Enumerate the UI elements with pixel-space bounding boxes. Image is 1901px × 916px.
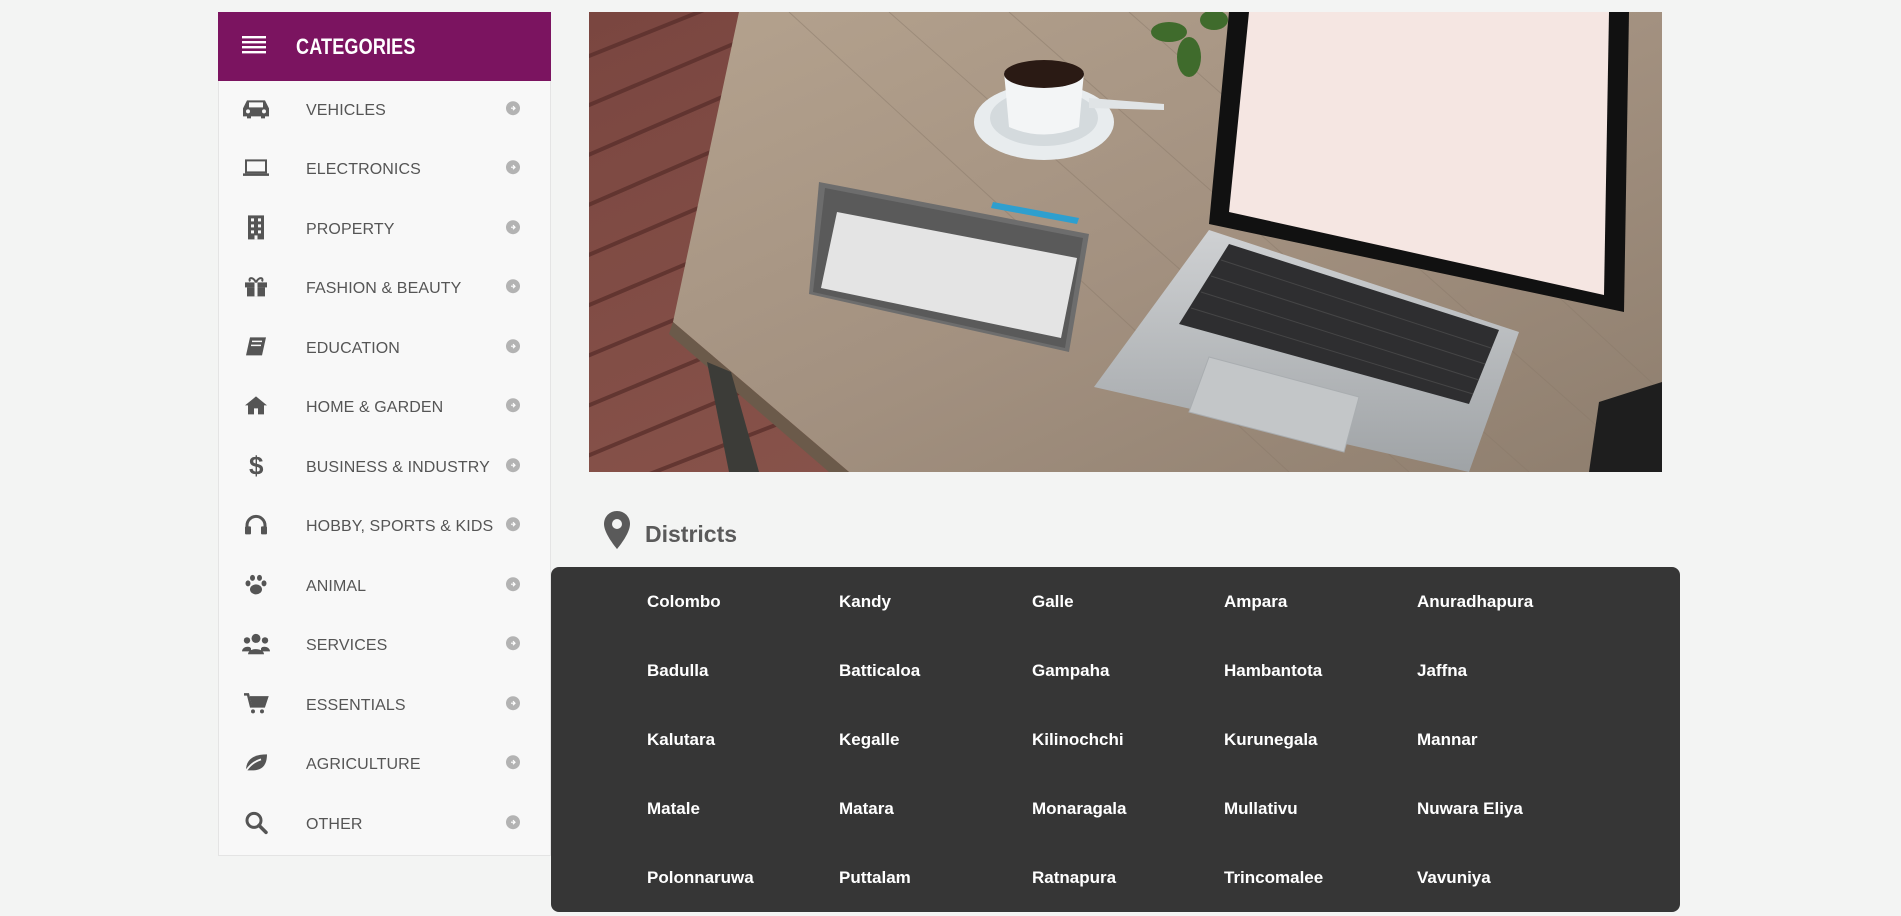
- chevron-right-icon: [506, 457, 520, 472]
- category-label: ELECTRONICS: [306, 161, 421, 179]
- book-icon: [241, 333, 271, 359]
- district-link-ampara[interactable]: Ampara: [1224, 592, 1287, 612]
- category-label: ANIMAL: [306, 577, 367, 595]
- category-item-vehicles[interactable]: VEHICLES: [219, 81, 550, 141]
- districts-title: Districts: [645, 520, 738, 547]
- chevron-right-icon: [506, 576, 520, 591]
- home-icon: [241, 393, 271, 419]
- categories-title: CATEGORIES: [296, 33, 416, 59]
- categories-sidebar: CATEGORIES VEHICLES ELECTRONICS PROPERTY: [218, 12, 551, 856]
- menu-icon[interactable]: [242, 34, 266, 59]
- chevron-right-icon: [506, 814, 520, 829]
- district-link-batticaloa[interactable]: Batticaloa: [839, 661, 920, 681]
- svg-text:$: $: [249, 452, 264, 478]
- category-label: OTHER: [306, 815, 363, 833]
- chevron-right-icon: [506, 338, 520, 353]
- district-link-galle[interactable]: Galle: [1032, 592, 1074, 612]
- users-icon: [241, 631, 271, 657]
- district-link-kegalle[interactable]: Kegalle: [839, 730, 899, 750]
- district-link-polonnaruwa[interactable]: Polonnaruwa: [647, 868, 754, 888]
- search-icon: [241, 809, 271, 835]
- category-label: EDUCATION: [306, 339, 400, 357]
- category-label: HOME & GARDEN: [306, 399, 444, 417]
- category-item-home-garden[interactable]: HOME & GARDEN: [219, 379, 550, 439]
- category-label: ESSENTIALS: [306, 696, 406, 714]
- district-link-mannar[interactable]: Mannar: [1417, 730, 1477, 750]
- district-link-colombo[interactable]: Colombo: [647, 592, 721, 612]
- district-link-anuradhapura[interactable]: Anuradhapura: [1417, 592, 1533, 612]
- chevron-right-icon: [506, 219, 520, 234]
- category-item-animal[interactable]: ANIMAL: [219, 557, 550, 617]
- paw-icon: [241, 571, 271, 597]
- category-item-property[interactable]: PROPERTY: [219, 200, 550, 260]
- cart-icon: [241, 690, 271, 716]
- car-icon: [241, 95, 271, 121]
- category-item-agriculture[interactable]: AGRICULTURE: [219, 736, 550, 796]
- category-label: SERVICES: [306, 637, 388, 655]
- district-link-kilinochchi[interactable]: Kilinochchi: [1032, 730, 1124, 750]
- category-label: VEHICLES: [306, 101, 386, 119]
- category-item-fashion-beauty[interactable]: FASHION & BEAUTY: [219, 260, 550, 320]
- district-link-trincomalee[interactable]: Trincomalee: [1224, 868, 1323, 888]
- category-list: VEHICLES ELECTRONICS PROPERTY FASHION & …: [219, 81, 550, 855]
- headphones-icon: [241, 512, 271, 538]
- district-link-jaffna[interactable]: Jaffna: [1417, 661, 1467, 681]
- category-item-electronics[interactable]: ELECTRONICS: [219, 141, 550, 201]
- map-marker-icon: [603, 510, 631, 555]
- chevron-right-icon: [506, 100, 520, 115]
- district-link-kalutara[interactable]: Kalutara: [647, 730, 715, 750]
- district-link-puttalam[interactable]: Puttalam: [839, 868, 911, 888]
- categories-header[interactable]: CATEGORIES: [218, 12, 551, 81]
- district-link-vavuniya[interactable]: Vavuniya: [1417, 868, 1491, 888]
- chevron-right-icon: [506, 398, 520, 413]
- district-link-badulla[interactable]: Badulla: [647, 661, 708, 681]
- building-icon: [241, 214, 271, 240]
- category-item-education[interactable]: EDUCATION: [219, 319, 550, 379]
- district-link-matara[interactable]: Matara: [839, 799, 894, 819]
- category-label: PROPERTY: [306, 220, 395, 238]
- category-item-essentials[interactable]: ESSENTIALS: [219, 676, 550, 736]
- district-link-matale[interactable]: Matale: [647, 799, 700, 819]
- chevron-right-icon: [506, 755, 520, 770]
- category-label: HOBBY, SPORTS & KIDS: [306, 518, 494, 536]
- gift-icon: [241, 274, 271, 300]
- category-item-other[interactable]: OTHER: [219, 795, 550, 855]
- chevron-right-icon: [506, 279, 520, 294]
- district-link-kurunegala[interactable]: Kurunegala: [1224, 730, 1318, 750]
- chevron-right-icon: [506, 160, 520, 175]
- category-item-business-industry[interactable]: $ BUSINESS & INDUSTRY: [219, 438, 550, 498]
- laptop-icon: [241, 155, 271, 181]
- category-item-services[interactable]: SERVICES: [219, 617, 550, 677]
- district-link-gampaha[interactable]: Gampaha: [1032, 661, 1109, 681]
- chevron-right-icon: [506, 695, 520, 710]
- district-link-nuwara-eliya[interactable]: Nuwara Eliya: [1417, 799, 1523, 819]
- district-link-monaragala[interactable]: Monaragala: [1032, 799, 1126, 819]
- chevron-right-icon: [506, 517, 520, 532]
- category-label: FASHION & BEAUTY: [306, 280, 462, 298]
- category-label: BUSINESS & INDUSTRY: [306, 458, 490, 476]
- district-link-ratnapura[interactable]: Ratnapura: [1032, 868, 1116, 888]
- dollar-icon: $: [241, 452, 271, 478]
- district-link-hambantota[interactable]: Hambantota: [1224, 661, 1322, 681]
- category-item-hobby-sports-kids[interactable]: HOBBY, SPORTS & KIDS: [219, 498, 550, 558]
- leaf-icon: [241, 750, 271, 776]
- chevron-right-icon: [506, 636, 520, 651]
- districts-panel: Colombo Kandy Galle Ampara Anuradhapura …: [551, 567, 1680, 912]
- district-link-mullativu[interactable]: Mullativu: [1224, 799, 1298, 819]
- category-label: AGRICULTURE: [306, 756, 421, 774]
- hero-banner-image: [589, 12, 1662, 472]
- district-link-kandy[interactable]: Kandy: [839, 592, 891, 612]
- districts-heading: Districts: [603, 510, 738, 555]
